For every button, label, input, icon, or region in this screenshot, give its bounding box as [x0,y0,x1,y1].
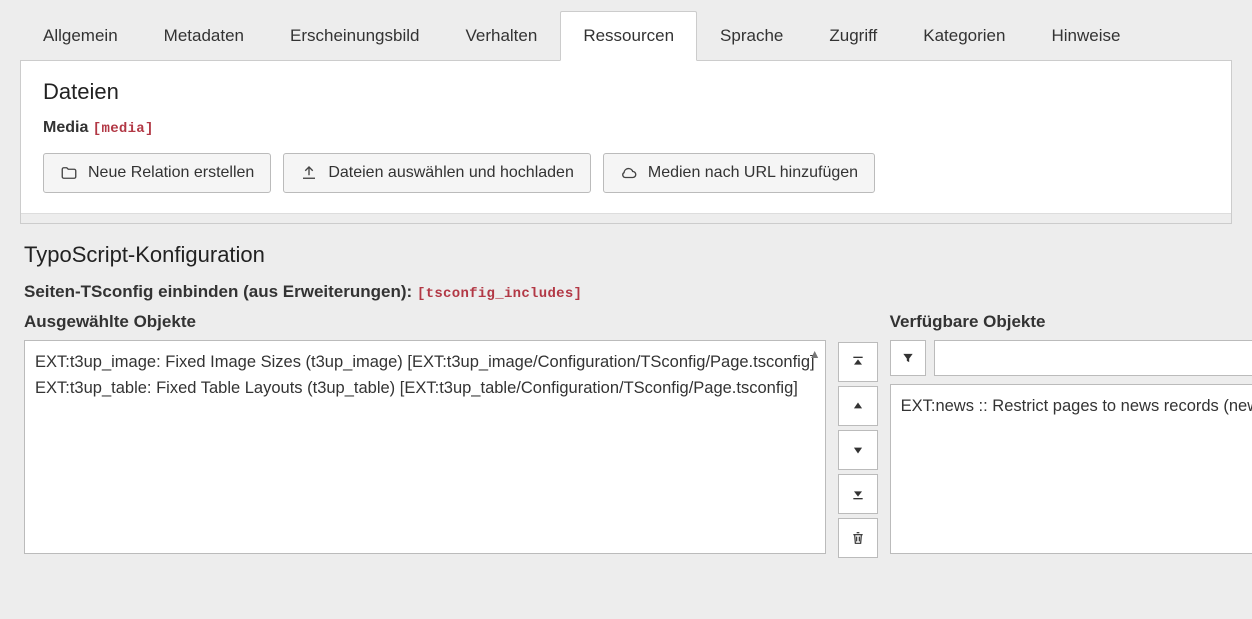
new-relation-button[interactable]: Neue Relation erstellen [43,153,271,193]
move-top-button[interactable] [838,342,878,382]
media-sysname: [media] [93,121,154,137]
available-objects-box[interactable]: ▲ EXT:news :: Restrict pages to news rec… [890,384,1252,554]
tab-hinweise[interactable]: Hinweise [1028,11,1143,61]
select-upload-button[interactable]: Dateien auswählen und hochladen [283,153,591,193]
tab-metadaten[interactable]: Metadaten [141,11,267,61]
move-up-button[interactable] [838,386,878,426]
panel-files: Dateien Media [media] Neue Relation erst… [20,60,1232,224]
files-heading: Dateien [43,79,1209,105]
move-controls [838,342,878,558]
move-bottom-button[interactable] [838,474,878,514]
tab-zugriff[interactable]: Zugriff [806,11,900,61]
tsconfig-include-label: Seiten-TSconfig einbinden (aus Erweiteru… [24,282,412,301]
tab-erscheinungsbild[interactable]: Erscheinungsbild [267,11,442,61]
tab-ressourcen[interactable]: Ressourcen [560,11,697,61]
upload-icon [300,164,318,182]
media-label: Media [43,119,88,136]
tab-sprache[interactable]: Sprache [697,11,806,61]
tab-allgemein[interactable]: Allgemein [20,11,141,61]
tab-bar: Allgemein Metadaten Erscheinungsbild Ver… [20,10,1232,60]
list-item[interactable]: EXT:t3up_image: Fixed Image Sizes (t3up_… [35,349,815,375]
selected-objects-label: Ausgewählte Objekte [24,312,826,332]
list-item[interactable]: EXT:news :: Restrict pages to news recor… [901,393,1252,419]
cloud-icon [620,164,638,182]
list-item[interactable]: EXT:t3up_table: Fixed Table Layouts (t3u… [35,375,815,401]
tab-verhalten[interactable]: Verhalten [442,11,560,61]
available-objects-label: Verfügbare Objekte [890,312,1252,332]
delete-button[interactable] [838,518,878,558]
add-media-url-button[interactable]: Medien nach URL hinzufügen [603,153,875,193]
tsconfig-heading: TypoScript-Konfiguration [24,242,1228,268]
move-down-button[interactable] [838,430,878,470]
tsconfig-include-sysname: [tsconfig_includes] [417,286,582,302]
selected-objects-box[interactable]: ▲ EXT:t3up_image: Fixed Image Sizes (t3u… [24,340,826,554]
filter-icon [890,340,926,376]
tab-kategorien[interactable]: Kategorien [900,11,1028,61]
folder-icon [60,164,78,182]
filter-input[interactable] [934,340,1252,376]
